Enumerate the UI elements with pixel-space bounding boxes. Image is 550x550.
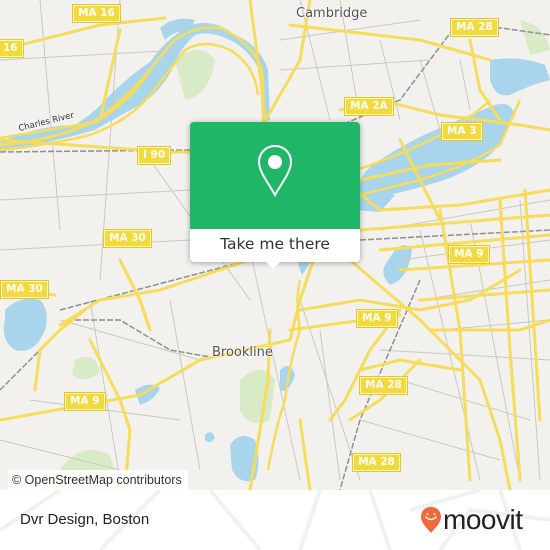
moovit-smile-pin-icon — [421, 507, 441, 533]
route-shield-ma3: MA 3 — [441, 122, 483, 141]
moovit-wordmark: moovit — [443, 504, 523, 535]
popup-header — [190, 122, 360, 229]
map[interactable]: Cambridge Brookline Charles River MA 16 … — [0, 0, 550, 490]
map-pin-icon — [257, 144, 293, 198]
take-me-there-button[interactable]: Take me there — [190, 229, 360, 262]
route-shield-ma2a: MA 2A — [344, 97, 394, 116]
route-shield-ma16-left: 16 — [0, 39, 24, 58]
route-shield-ma16: MA 16 — [72, 4, 121, 23]
place-name: Dvr Design, Boston — [20, 511, 150, 528]
route-shield-i90: I 90 — [136, 146, 172, 165]
footer: Dvr Design, Boston moovit — [0, 490, 550, 550]
map-attribution[interactable]: © OpenStreetMap contributors — [8, 470, 188, 490]
route-shield-ma9-mid: MA 9 — [356, 309, 398, 328]
popup-pointer — [266, 262, 280, 269]
route-shield-ma30-left: MA 30 — [0, 280, 49, 299]
route-shield-ma28-low: MA 28 — [352, 453, 401, 472]
place-label-cambridge: Cambridge — [296, 6, 368, 21]
place-label-brookline: Brookline — [212, 345, 273, 360]
route-shield-ma9-left: MA 9 — [64, 392, 106, 411]
route-shield-ma28-top: MA 28 — [450, 18, 499, 37]
route-shield-ma30-mid: MA 30 — [103, 229, 152, 248]
route-shield-ma28-mid: MA 28 — [359, 376, 408, 395]
route-shield-ma9-right: MA 9 — [448, 245, 490, 264]
location-popup: Take me there — [190, 122, 360, 269]
